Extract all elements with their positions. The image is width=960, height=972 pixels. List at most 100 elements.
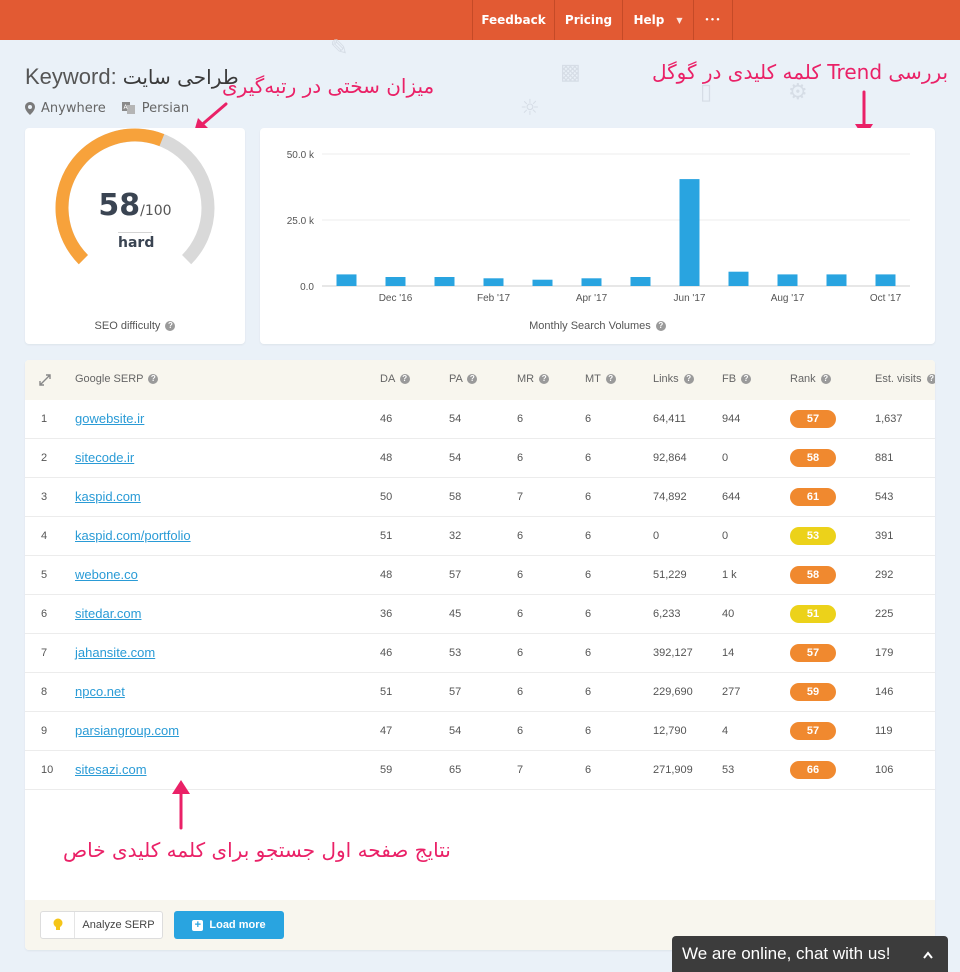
question-circle-icon[interactable]: ? — [820, 374, 831, 385]
cell-da: 36 — [380, 595, 392, 633]
table-row: 1 gowebsite.ir 46 54 6 6 64,411 944 57 1,637 — [25, 400, 935, 439]
nav-feedback[interactable]: Feedback — [472, 0, 554, 40]
chat-widget[interactable]: We are online, chat with us! — [672, 936, 948, 972]
load-more-label: Load more — [209, 919, 266, 931]
cell-url: parsiangroup.com — [75, 712, 179, 751]
translate-icon: A — [121, 102, 135, 114]
chart-bar[interactable] — [630, 277, 651, 286]
chart-bar[interactable] — [385, 277, 406, 286]
question-circle-icon[interactable]: ? — [165, 321, 176, 332]
cell-value: 0 — [722, 530, 729, 542]
rank-badge: 61 — [790, 488, 836, 507]
cell-mr: 6 — [517, 634, 523, 672]
question-circle-icon[interactable]: ? — [605, 374, 616, 385]
chart-bar[interactable] — [483, 278, 504, 286]
col-mr[interactable]: MR ? — [517, 373, 550, 385]
cell-value: 6 — [517, 569, 524, 581]
expand-icon[interactable] — [39, 374, 51, 386]
rank-badge: 51 — [790, 605, 836, 624]
cell-value: 32 — [449, 530, 462, 542]
cell-value: 277 — [722, 686, 741, 698]
col-rank[interactable]: Rank ? — [790, 373, 831, 385]
question-circle-icon[interactable]: ? — [148, 374, 159, 385]
cell-value: 6 — [585, 530, 592, 542]
chart-bar[interactable] — [826, 274, 847, 286]
chart-bar[interactable] — [875, 274, 896, 286]
col-fb-label: FB — [722, 373, 737, 385]
question-circle-icon[interactable]: ? — [399, 374, 410, 385]
nav-more-button[interactable]: ••• — [693, 0, 733, 40]
col-visits[interactable]: Est. visits ? — [875, 373, 935, 385]
serp-url-link[interactable]: jahansite.com — [75, 645, 155, 660]
cell-mr: 7 — [517, 478, 523, 516]
nav-help[interactable]: Help ▼ — [622, 0, 693, 40]
col-pa[interactable]: PA ? — [449, 373, 478, 385]
cell-value: 51 — [380, 530, 393, 542]
col-links[interactable]: Links ? — [653, 373, 694, 385]
table-row: 6 sitedar.com 36 45 6 6 6,233 40 51 225 — [25, 595, 935, 634]
col-serp-label: Google SERP — [75, 373, 144, 385]
x-tick-label: Oct '17 — [870, 293, 902, 304]
cell-rank: 57 — [790, 634, 836, 672]
serp-url-link[interactable]: gowebsite.ir — [75, 411, 144, 426]
serp-url-link[interactable]: sitedar.com — [75, 606, 141, 621]
serp-url-link[interactable]: kaspid.com — [75, 489, 141, 504]
serp-url-link[interactable]: kaspid.com/portfolio — [75, 528, 191, 543]
col-mt[interactable]: MT ? — [585, 373, 616, 385]
cell-value: 1 — [41, 413, 48, 425]
cell-value: 51 — [380, 686, 393, 698]
load-more-button[interactable]: + Load more — [174, 911, 284, 939]
cell-fb: 4 — [722, 712, 728, 750]
question-circle-icon[interactable]: ? — [655, 321, 666, 332]
question-circle-icon[interactable]: ? — [467, 374, 478, 385]
chevron-up-icon[interactable] — [922, 949, 934, 961]
cell-value: 391 — [875, 530, 894, 542]
keyword-meta: Anywhere A Persian — [25, 101, 189, 116]
cell-links: 392,127 — [653, 634, 693, 672]
cell-value: 8 — [41, 686, 48, 698]
serp-url-link[interactable]: sitecode.ir — [75, 450, 134, 465]
cell-value: 58 — [449, 491, 462, 503]
question-circle-icon[interactable]: ? — [926, 374, 935, 385]
chart-bar[interactable] — [581, 278, 602, 286]
col-fb[interactable]: FB ? — [722, 373, 752, 385]
cell-n: 1 — [41, 400, 47, 438]
chart-bar[interactable] — [679, 179, 700, 286]
chart-bar[interactable] — [532, 279, 553, 286]
sun-doodle-icon: ☼ — [520, 96, 540, 121]
cell-visits: 146 — [875, 673, 893, 711]
chart-bar[interactable] — [336, 274, 357, 286]
cell-value: 229,690 — [653, 686, 693, 698]
serp-url-link[interactable]: sitesazi.com — [75, 762, 147, 777]
cell-value: 271,909 — [653, 764, 693, 776]
cell-rank: 59 — [790, 673, 836, 711]
cell-visits: 543 — [875, 478, 893, 516]
doodle-icon: ▩ — [560, 60, 581, 85]
cell-n: 9 — [41, 712, 47, 750]
y-tick-label: 50.0 k — [287, 150, 315, 161]
serp-url-link[interactable]: parsiangroup.com — [75, 723, 179, 738]
question-circle-icon[interactable]: ? — [741, 374, 752, 385]
nav-pricing[interactable]: Pricing — [554, 0, 622, 40]
serp-url-link[interactable]: webone.co — [75, 567, 138, 582]
cell-url: jahansite.com — [75, 634, 155, 673]
serp-url-link[interactable]: npco.net — [75, 684, 125, 699]
cell-da: 47 — [380, 712, 392, 750]
rank-badge: 57 — [790, 410, 836, 429]
col-pa-label: PA — [449, 373, 463, 385]
chart-bar[interactable] — [728, 271, 749, 286]
col-mr-label: MR — [517, 373, 535, 385]
cell-pa: 57 — [449, 673, 461, 711]
question-circle-icon[interactable]: ? — [683, 374, 694, 385]
cell-value: 6 — [585, 491, 592, 503]
cell-value: 50 — [380, 491, 393, 503]
chart-bar[interactable] — [434, 277, 455, 286]
analyze-serp-button[interactable]: Analyze SERP — [40, 911, 163, 939]
cell-value: 14 — [722, 647, 735, 659]
chart-bar[interactable] — [777, 274, 798, 286]
col-da[interactable]: DA ? — [380, 373, 410, 385]
cell-rank: 51 — [790, 595, 836, 633]
rank-badge: 66 — [790, 761, 836, 780]
col-serp[interactable]: Google SERP ? — [75, 373, 159, 385]
question-circle-icon[interactable]: ? — [539, 374, 550, 385]
